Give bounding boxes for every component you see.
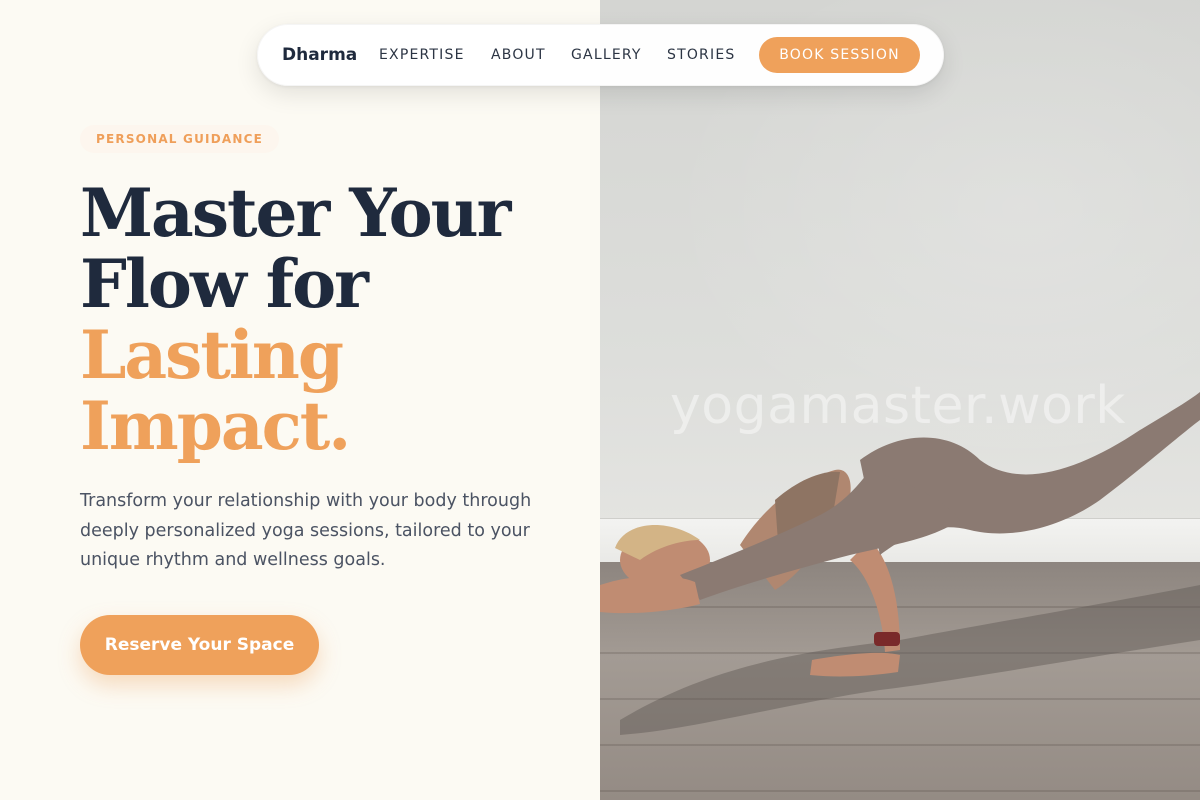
headline-accent-line-2: Impact. (80, 387, 351, 465)
brand-logo[interactable]: Dharma (282, 45, 357, 65)
headline-accent-line-1: Lasting (80, 316, 344, 394)
nav-link-gallery[interactable]: GALLERY (571, 47, 642, 63)
hero-headline: Master Your Flow for Lasting Impact. (80, 178, 580, 462)
nav-link-expertise[interactable]: EXPERTISE (379, 47, 465, 63)
nav-link-about[interactable]: ABOUT (491, 47, 546, 63)
top-navbar: Dharma EXPERTISE ABOUT GALLERY STORIES B… (257, 24, 944, 86)
eyebrow-badge: PERSONAL GUIDANCE (80, 125, 279, 153)
nav-link-stories[interactable]: STORIES (667, 47, 735, 63)
book-session-button[interactable]: BOOK SESSION (759, 37, 920, 73)
headline-line-1: Master Your (80, 174, 511, 252)
hero-description: Transform your relationship with your bo… (80, 491, 532, 570)
headline-line-2: Flow for (80, 245, 369, 323)
hero-text-panel: PERSONAL GUIDANCE Master Your Flow for L… (0, 0, 600, 800)
image-watermark: yogamaster.work (670, 376, 1126, 436)
reserve-space-button[interactable]: Reserve Your Space (80, 615, 319, 675)
